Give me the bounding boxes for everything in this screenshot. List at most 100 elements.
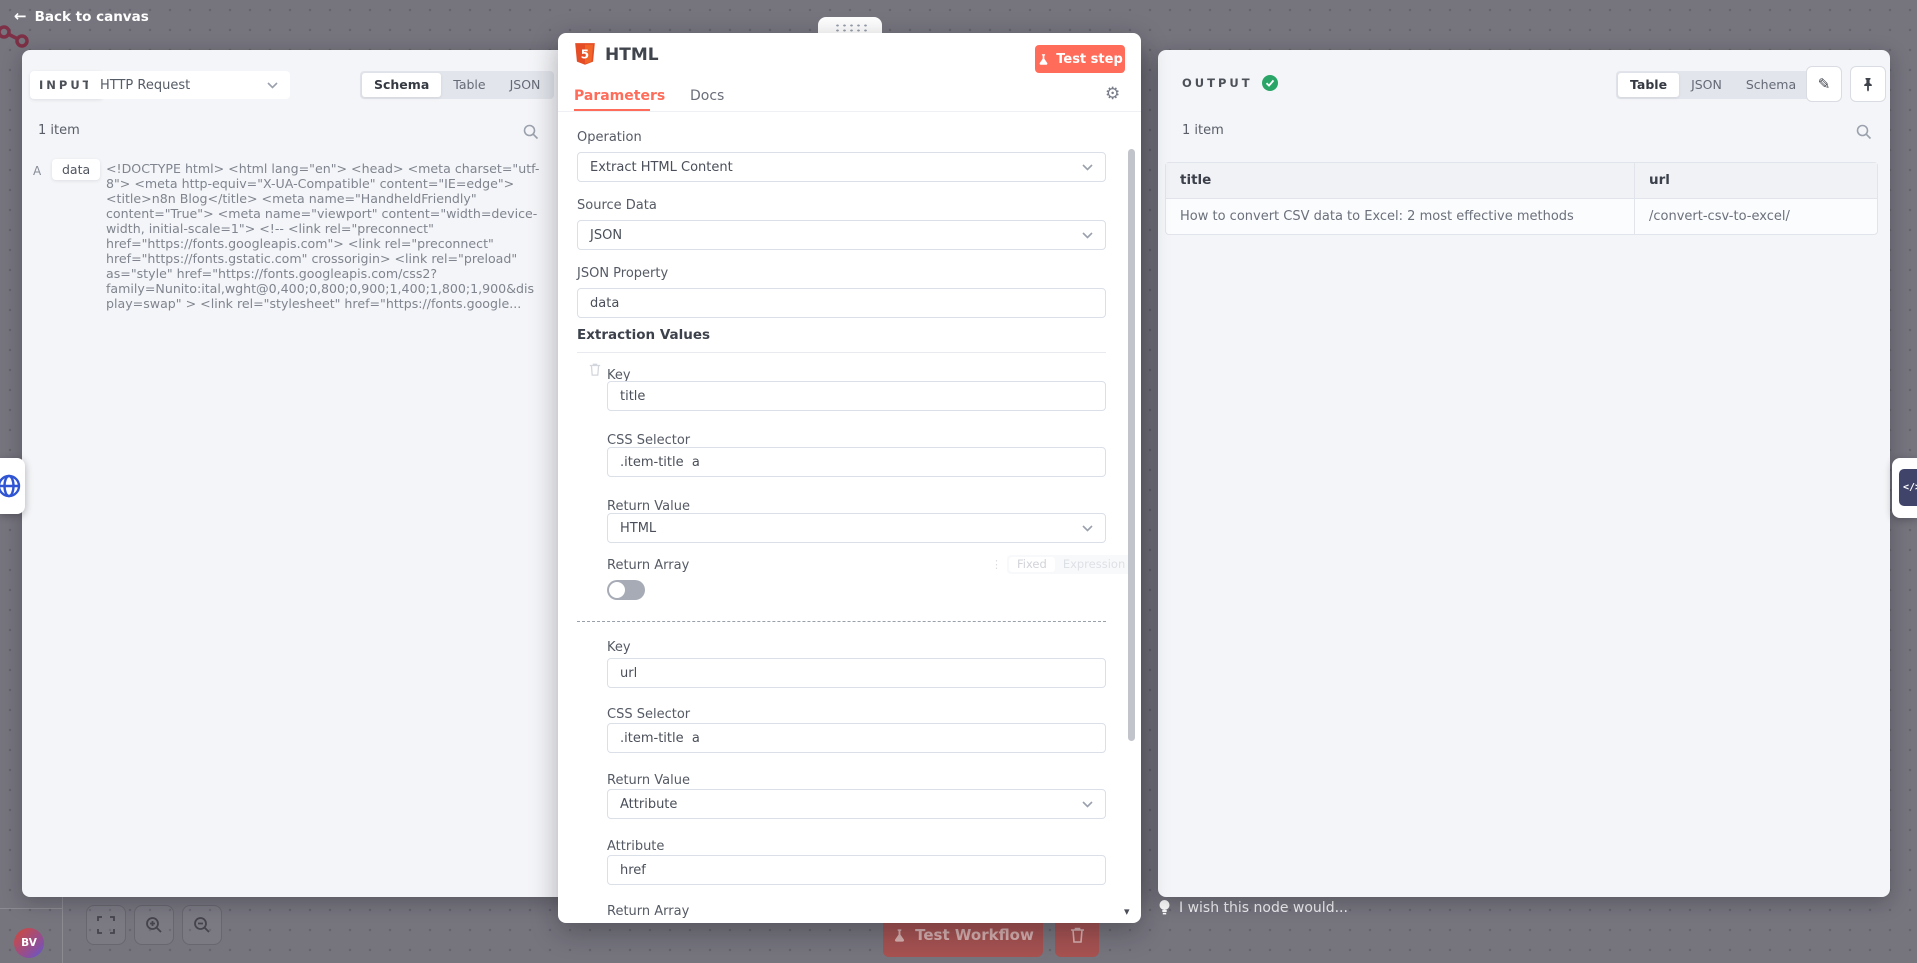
output-items-count: 1 item [1182, 123, 1224, 138]
node-details-modal: 5 HTML Test step Parameters Docs ⚙ Opera… [558, 33, 1141, 923]
trash-icon [1070, 927, 1085, 943]
node-feedback-prompt[interactable]: I wish this node would... [1158, 899, 1348, 916]
chevron-down-icon [1082, 232, 1093, 239]
table-row[interactable]: How to convert CSV data to Excel: 2 most… [1166, 199, 1877, 234]
scroll-more-icon[interactable]: ▾ [1124, 905, 1130, 918]
flask-icon [1037, 53, 1050, 66]
return-value-select[interactable]: Attribute [607, 789, 1106, 819]
key-label: Key [607, 640, 631, 655]
success-check-icon [1262, 75, 1278, 91]
parameter-mode-switch[interactable]: ⋮ Fixed Expression [991, 555, 1135, 574]
css-selector-value: .item-title a [620, 455, 700, 470]
zoom-in-icon [145, 916, 163, 934]
zoom-out-button[interactable] [182, 905, 222, 945]
user-avatar[interactable]: BV [14, 928, 44, 958]
tab-docs[interactable]: Docs [690, 88, 724, 104]
column-header-title[interactable]: title [1166, 163, 1635, 198]
output-view-tabs: Table JSON Schema [1616, 71, 1810, 99]
output-table-header: title url [1166, 163, 1877, 199]
return-array-label: Return Array [607, 558, 689, 573]
json-property-input[interactable]: data [577, 288, 1106, 318]
lightbulb-icon [1158, 899, 1171, 916]
pin-data-button[interactable] [1850, 66, 1886, 102]
source-data-select[interactable]: JSON [577, 220, 1106, 250]
css-selector-input[interactable]: .item-title a [607, 447, 1106, 477]
key-value: url [620, 666, 637, 681]
tab-parameters[interactable]: Parameters [574, 88, 665, 104]
operation-label: Operation [577, 130, 642, 145]
input-items-count: 1 item [38, 123, 80, 138]
input-tab-table[interactable]: Table [441, 73, 497, 97]
output-search-icon[interactable] [1856, 124, 1872, 140]
drag-dots-icon [834, 23, 867, 32]
sidebar-divider [0, 908, 62, 909]
output-table: title url How to convert CSV data to Exc… [1165, 162, 1878, 235]
zoom-to-fit-icon [97, 916, 115, 934]
code-node-icon: </> [1899, 469, 1917, 506]
operation-select[interactable]: Extract HTML Content [577, 152, 1106, 182]
attribute-value: href [620, 863, 646, 878]
modal-scrollbar[interactable] [1128, 149, 1135, 741]
flask-icon [892, 928, 907, 943]
input-search-icon[interactable] [523, 124, 539, 140]
globe-icon [0, 472, 23, 500]
kebab-menu-icon[interactable]: ⋮ [991, 558, 1002, 571]
input-view-tabs: Schema Table JSON [360, 71, 554, 99]
json-property-value: data [590, 296, 619, 311]
attribute-label: Attribute [607, 839, 664, 854]
chevron-down-icon [1082, 164, 1093, 171]
section-divider [577, 352, 1106, 353]
zoom-out-icon [193, 916, 211, 934]
cell-url: /convert-csv-to-excel/ [1635, 199, 1877, 234]
wish-label: I wish this node would... [1179, 900, 1348, 916]
return-array-toggle[interactable] [607, 580, 645, 600]
input-tab-json[interactable]: JSON [498, 73, 553, 97]
key-input[interactable]: title [607, 381, 1106, 411]
return-value-value: HTML [620, 521, 656, 536]
schema-key-chip[interactable]: data [52, 159, 100, 180]
test-step-button[interactable]: Test step [1035, 45, 1125, 73]
column-header-url[interactable]: url [1635, 163, 1877, 198]
item-divider-dashed [577, 621, 1106, 622]
zoom-to-fit-button[interactable] [86, 905, 126, 945]
output-tab-table[interactable]: Table [1618, 73, 1679, 97]
output-tab-schema[interactable]: Schema [1734, 73, 1808, 97]
html5-node-icon: 5 [574, 42, 596, 66]
chevron-down-icon [1082, 801, 1093, 808]
remove-item-trash-icon[interactable] [589, 363, 601, 376]
node-title: HTML [605, 45, 659, 65]
mode-expression[interactable]: Expression [1055, 557, 1133, 572]
pencil-icon: ✎ [1818, 75, 1831, 93]
edit-output-button[interactable]: ✎ [1806, 66, 1842, 102]
test-workflow-label: Test Workflow [915, 926, 1034, 944]
return-value-label: Return Value [607, 499, 690, 514]
key-input[interactable]: url [607, 658, 1106, 688]
output-panel: OUTPUT Table JSON Schema ✎ 1 item title … [1158, 50, 1890, 897]
return-value-value: Attribute [620, 797, 677, 812]
attribute-input[interactable]: href [607, 855, 1106, 885]
chevron-down-icon [267, 82, 278, 89]
schema-type-badge: A [33, 164, 41, 178]
chevron-down-icon [1082, 525, 1093, 532]
css-selector-input[interactable]: .item-title a [607, 723, 1106, 753]
operation-value: Extract HTML Content [590, 160, 733, 175]
css-selector-value: .item-title a [620, 731, 700, 746]
zoom-in-button[interactable] [134, 905, 174, 945]
pin-icon [1861, 77, 1875, 92]
css-selector-label: CSS Selector [607, 433, 690, 448]
input-source-select[interactable]: HTTP Request [88, 71, 290, 99]
node-settings-gear-icon[interactable]: ⚙ [1105, 84, 1120, 104]
code-node-stub[interactable]: </> [1892, 458, 1917, 518]
return-array-label: Return Array [607, 904, 689, 919]
n8n-logo-icon [0, 22, 36, 52]
sidebar-edge-divider [62, 897, 63, 963]
output-tab-json[interactable]: JSON [1679, 73, 1734, 97]
return-value-select[interactable]: HTML [607, 513, 1106, 543]
return-value-label: Return Value [607, 773, 690, 788]
input-tab-schema[interactable]: Schema [362, 73, 441, 97]
http-request-node-stub[interactable] [0, 458, 25, 514]
schema-value-text: <!DOCTYPE html> <html lang="en"> <head> … [106, 161, 542, 311]
extraction-values-heading: Extraction Values [577, 327, 710, 343]
json-property-label: JSON Property [577, 266, 668, 281]
mode-fixed[interactable]: Fixed [1009, 557, 1055, 572]
